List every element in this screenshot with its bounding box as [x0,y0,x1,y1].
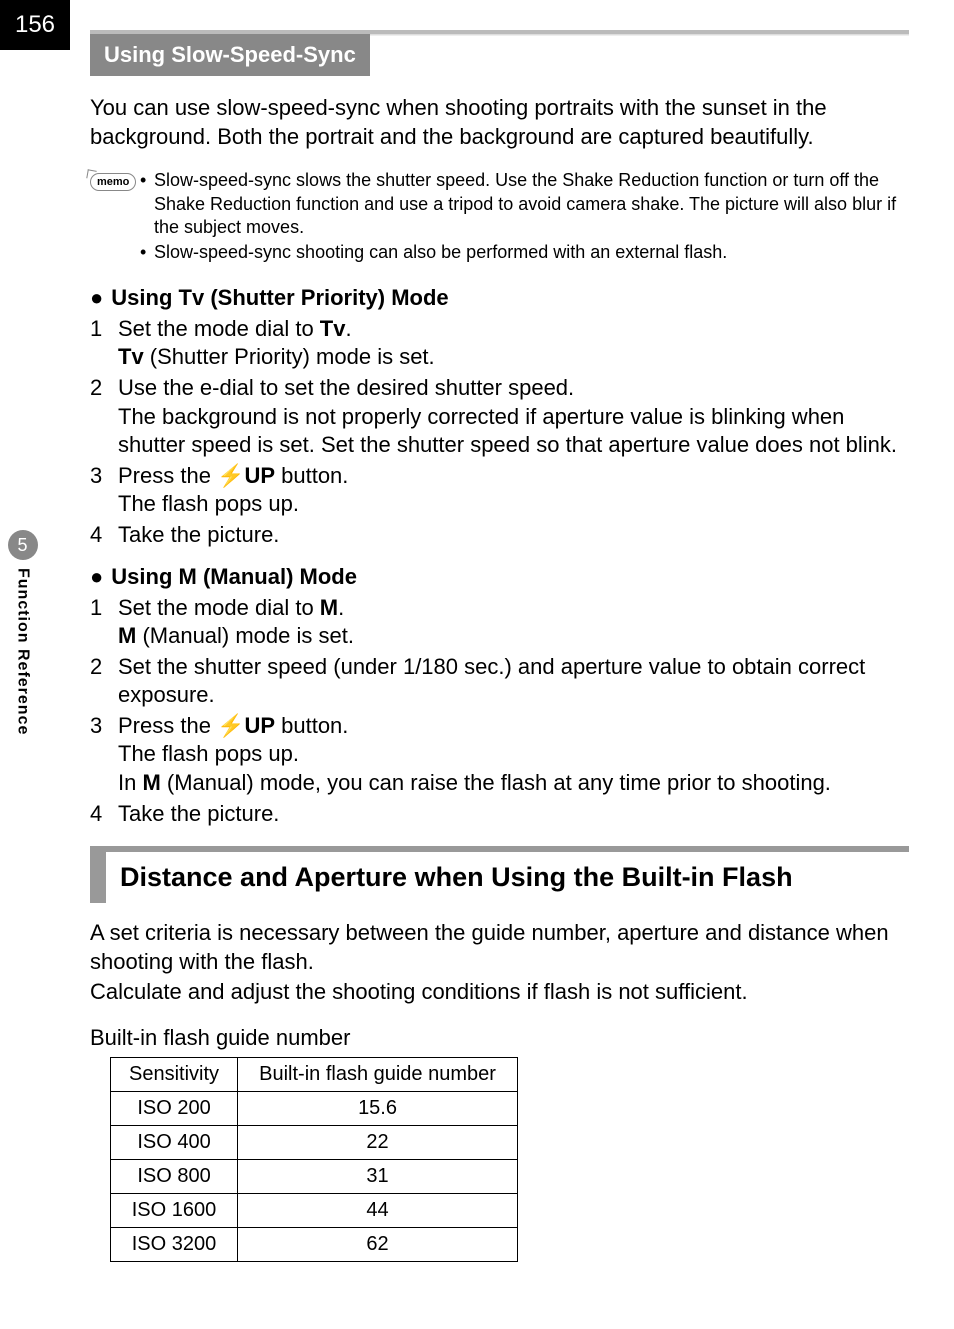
section-paragraph: A set criteria is necessary between the … [90,919,909,976]
subsection-title: Using Slow-Speed-Sync [90,34,370,76]
memo-label: memo [90,173,136,191]
m-symbol: M [118,623,136,648]
step-text: The flash pops up. [118,491,299,516]
step-item: 2 Use the e-dial to set the desired shut… [90,374,909,460]
step-text: Set the shutter speed (under 1/180 sec.)… [118,654,865,708]
step-text: The flash pops up. [118,741,299,766]
step-text: In [118,770,142,795]
step-number: 2 [90,653,118,710]
step-text: button. [275,463,348,488]
step-item: 2 Set the shutter speed (under 1/180 sec… [90,653,909,710]
step-text: The background is not properly corrected… [118,404,897,458]
step-number: 4 [90,800,118,829]
step-number: 1 [90,315,118,372]
table-cell: ISO 400 [111,1126,238,1160]
guide-number-table: Sensitivity Built-in flash guide number … [110,1057,518,1262]
step-text: Set the mode dial to [118,595,320,620]
tv-mode-heading: ● Using Tv (Shutter Priority) Mode [90,285,909,311]
step-item: 3 Press the ⚡UP button. The flash pops u… [90,462,909,519]
table-cell: 15.6 [238,1092,518,1126]
memo-item: Slow-speed-sync slows the shutter speed.… [140,169,909,239]
tv-steps: 1 Set the mode dial to Tv. Tv (Shutter P… [90,315,909,550]
table-cell: 22 [238,1126,518,1160]
table-header-guide-number: Built-in flash guide number [238,1058,518,1092]
m-steps: 1 Set the mode dial to M. M (Manual) mod… [90,594,909,829]
step-item: 4 Take the picture. [90,521,909,550]
step-text: (Manual) mode is set. [136,623,354,648]
step-item: 3 Press the ⚡UP button. The flash pops u… [90,712,909,798]
step-text: (Manual) mode, you can raise the flash a… [161,770,831,795]
bullet-icon: ● [90,285,103,311]
intro-paragraph: You can use slow-speed-sync when shootin… [90,94,909,151]
tv-symbol: Tv [179,285,205,310]
step-text: . [338,595,344,620]
tv-symbol: Tv [320,316,346,341]
m-symbol: M [320,595,338,620]
step-text: . [345,316,351,341]
step-number: 3 [90,462,118,519]
table-cell: 62 [238,1228,518,1262]
step-number: 4 [90,521,118,550]
table-header-sensitivity: Sensitivity [111,1058,238,1092]
table-cell: ISO 3200 [111,1228,238,1262]
table-cell: 44 [238,1194,518,1228]
subsection-header: Using Slow-Speed-Sync [90,30,909,76]
memo-list: Slow-speed-sync slows the shutter speed.… [140,169,909,267]
heading-text: (Shutter Priority) Mode [204,285,448,310]
step-text: (Shutter Priority) mode is set. [144,344,435,369]
heading-text: (Manual) Mode [197,564,357,589]
step-text: button. [275,713,348,738]
table-row: ISO 3200 62 [111,1228,518,1262]
tv-symbol: Tv [118,344,144,369]
m-symbol: M [179,564,197,589]
step-item: 1 Set the mode dial to Tv. Tv (Shutter P… [90,315,909,372]
step-item: 1 Set the mode dial to M. M (Manual) mod… [90,594,909,651]
side-tab: 5 Function Reference [0,530,45,735]
step-text: Use the e-dial to set the desired shutte… [118,375,574,400]
section-paragraph: Calculate and adjust the shooting condit… [90,978,909,1007]
step-number: 2 [90,374,118,460]
step-text: Take the picture. [118,801,279,826]
step-number: 3 [90,712,118,798]
memo-item: Slow-speed-sync shooting can also be per… [140,241,909,264]
table-cell: ISO 1600 [111,1194,238,1228]
m-symbol: M [142,770,160,795]
table-row: ISO 400 22 [111,1126,518,1160]
table-row: ISO 1600 44 [111,1194,518,1228]
table-row: ISO 200 15.6 [111,1092,518,1126]
step-text: Press the [118,463,217,488]
step-item: 4 Take the picture. [90,800,909,829]
step-number: 1 [90,594,118,651]
memo-block: memo Slow-speed-sync slows the shutter s… [90,169,909,267]
section-title: Distance and Aperture when Using the Bui… [120,862,909,893]
flash-up-icon: ⚡UP [217,463,275,488]
step-text: Take the picture. [118,522,279,547]
bullet-icon: ● [90,564,103,590]
step-text: Set the mode dial to [118,316,320,341]
table-row: ISO 800 31 [111,1160,518,1194]
flash-up-icon: ⚡UP [217,713,275,738]
m-mode-heading: ● Using M (Manual) Mode [90,564,909,590]
chapter-label: Function Reference [14,568,32,735]
table-cell: ISO 800 [111,1160,238,1194]
table-cell: ISO 200 [111,1092,238,1126]
main-content: Using Slow-Speed-Sync You can use slow-s… [0,0,954,1292]
chapter-number-badge: 5 [8,530,38,560]
table-cell: 31 [238,1160,518,1194]
heading-text: Using [111,285,178,310]
page-number: 156 [0,0,70,50]
table-caption: Built-in flash guide number [90,1025,909,1051]
memo-icon: memo [90,169,140,191]
section-header: Distance and Aperture when Using the Bui… [90,846,909,903]
step-text: Press the [118,713,217,738]
heading-text: Using [111,564,178,589]
